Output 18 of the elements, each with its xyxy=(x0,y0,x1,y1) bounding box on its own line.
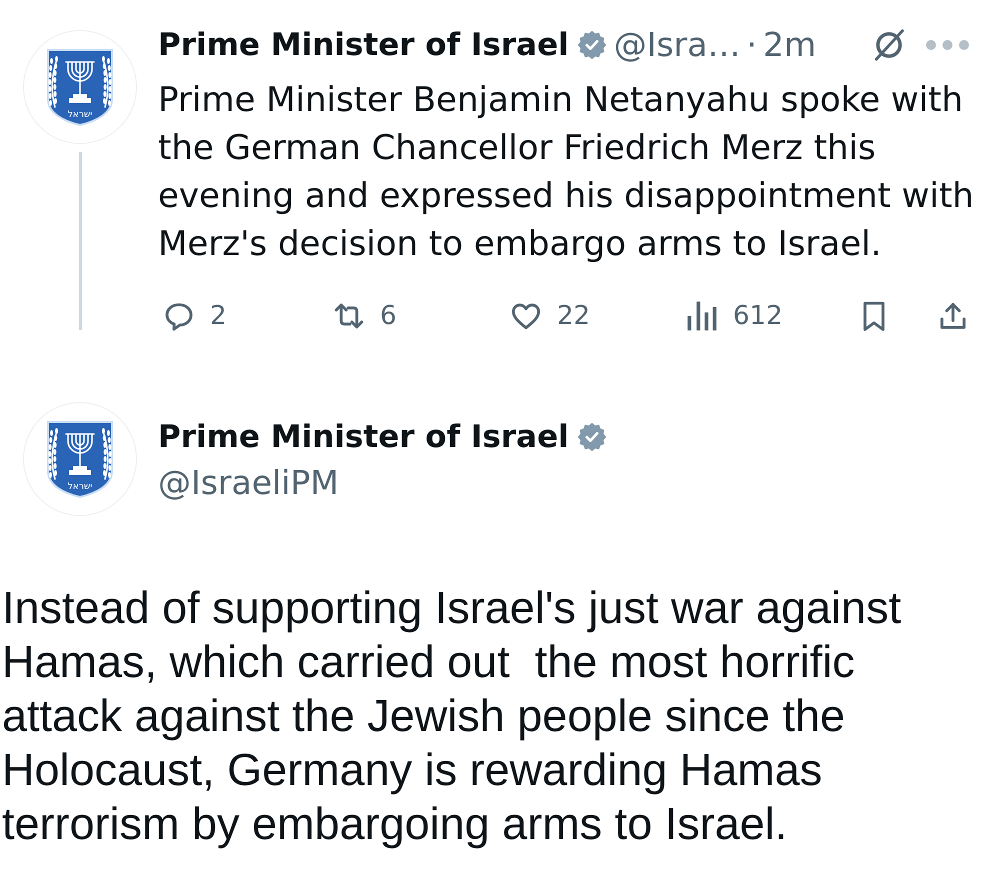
author-name[interactable]: Prime Minister of Israel xyxy=(158,417,569,457)
like-button[interactable]: 22 xyxy=(507,298,590,334)
author-handle[interactable]: @Isra… xyxy=(614,30,740,60)
post-text: Prime Minister Benjamin Netanyahu spoke with the German Chancellor Friedrich Merz this evening and expressed his disappointment with Merz's decision to embargo arms to Israel. xyxy=(158,79,975,266)
repost-button[interactable]: 6 xyxy=(330,298,397,334)
author-name[interactable]: Prime Minister of Israel xyxy=(158,30,569,60)
avatar[interactable]: ישראל xyxy=(23,30,137,144)
emblem-icon xyxy=(45,419,115,499)
views-button[interactable]: 612 xyxy=(683,298,783,334)
post-time[interactable]: 2m xyxy=(762,30,816,60)
separator-dot: · xyxy=(746,30,757,60)
author-handle[interactable]: @IsraeliPM xyxy=(158,463,339,503)
emblem-text: ישראל xyxy=(68,110,92,120)
reply-button[interactable]: 2 xyxy=(160,298,227,334)
avatar[interactable]: ישראל xyxy=(23,402,137,516)
emblem-icon xyxy=(45,47,115,127)
emblem-text: ישראל xyxy=(68,482,92,492)
post-text: Instead of supporting Israel's just war against Hamas, which carried out the most horrific attack against the Jewish people since the Holocaust, Germany is rewarding Hamas terrorism by embargoing arms to Israel. xyxy=(1,581,902,851)
